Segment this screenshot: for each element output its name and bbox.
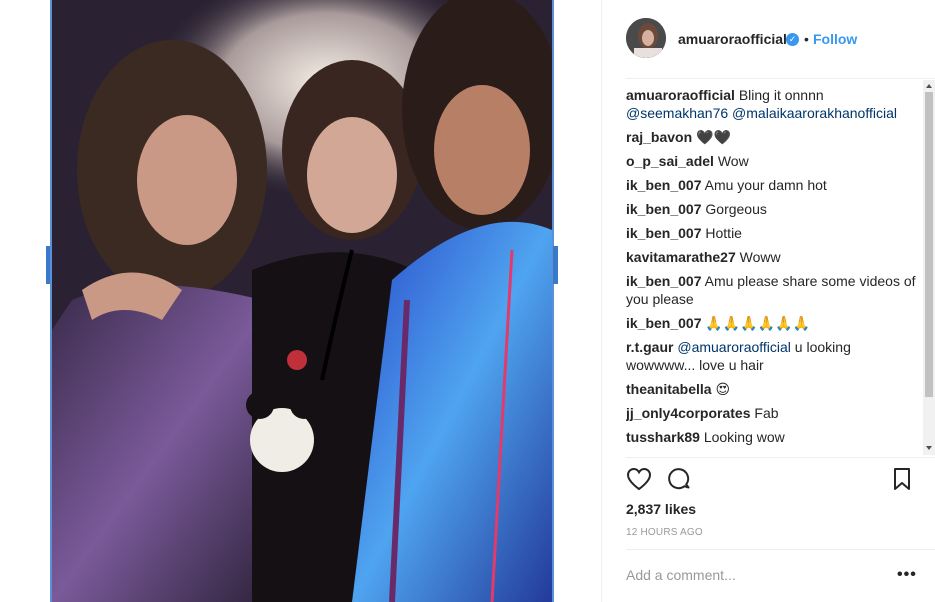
comment-text: Amu your damn hot xyxy=(704,177,827,193)
post-username[interactable]: amuaroraofficial xyxy=(678,31,787,47)
post-photo-pane xyxy=(0,0,601,602)
scroll-up-arrow-icon[interactable] xyxy=(926,84,932,88)
follow-button[interactable]: Follow xyxy=(813,31,857,47)
add-comment-divider xyxy=(626,549,935,550)
header-separator: • xyxy=(804,31,809,47)
comment-username[interactable]: ik_ben_007 xyxy=(626,177,702,193)
comment-username[interactable]: o_p_sai_adel xyxy=(626,153,714,169)
comment-text: 🖤🖤 xyxy=(696,129,731,145)
comment-text: 😍 xyxy=(715,381,731,397)
comment-list[interactable]: amuaroraofficial Bling it onnnn @seemakh… xyxy=(626,86,922,456)
avatar[interactable] xyxy=(626,18,666,58)
comment-text: Looking wow xyxy=(703,429,785,445)
comment-mentions[interactable]: @seemakhan76 @malaikaarorakhanofficial xyxy=(626,105,897,121)
comment-username[interactable]: raj_bavon xyxy=(626,129,692,145)
bookmark-icon[interactable] xyxy=(892,467,912,496)
post-header: amuaroraofficial ✓ • Follow xyxy=(602,0,935,78)
list-item: jj_only4corporates Fab xyxy=(626,404,922,422)
list-item: tusshark89 Looking wow xyxy=(626,428,922,446)
list-item: ik_ben_007 Amu your damn hot xyxy=(626,176,922,194)
list-item: kavitamarathe27 Woww xyxy=(626,248,922,266)
list-item: ik_ben_007 Amu please share some videos … xyxy=(626,272,922,308)
comment-username[interactable]: ik_ben_007 xyxy=(626,225,702,241)
comment-username[interactable]: jj_only4corporates xyxy=(626,405,751,421)
comment-username[interactable]: amuaroraofficial xyxy=(626,87,735,103)
post-side-panel: amuaroraofficial ✓ • Follow amuaroraoffi… xyxy=(601,0,935,602)
comment-username[interactable]: ik_ben_007 xyxy=(626,201,702,217)
comment-text: Wow xyxy=(717,153,749,169)
post-timestamp[interactable]: 12 HOURS AGO xyxy=(626,527,703,538)
list-item: ik_ben_007 🙏🙏🙏🙏🙏🙏 xyxy=(626,314,922,332)
list-item: ik_ben_007 Hottie xyxy=(626,224,922,242)
comment-caption: amuaroraofficial Bling it onnnn @seemakh… xyxy=(626,86,922,122)
comment-icon[interactable] xyxy=(667,467,691,496)
list-item: ik_ben_007 Gorgeous xyxy=(626,200,922,218)
more-options-icon[interactable]: ••• xyxy=(897,566,917,584)
post-photo[interactable] xyxy=(50,0,554,602)
comment-text: Gorgeous xyxy=(705,201,767,217)
scroll-down-arrow-icon[interactable] xyxy=(926,446,932,450)
verified-badge-icon: ✓ xyxy=(786,33,799,46)
comment-mention[interactable]: @amuaroraofficial xyxy=(677,339,791,355)
scrollbar-thumb[interactable] xyxy=(925,92,933,397)
likes-count[interactable]: 2,837 likes xyxy=(626,501,696,517)
comment-text: Hottie xyxy=(705,225,742,241)
comment-username[interactable]: ik_ben_007 xyxy=(626,273,702,289)
comment-username[interactable]: theanitabella xyxy=(626,381,712,397)
action-bar xyxy=(626,467,916,495)
add-comment-input[interactable] xyxy=(626,566,876,584)
comment-text: Fab xyxy=(754,405,779,421)
list-item: o_p_sai_adel Wow xyxy=(626,152,922,170)
list-item: theanitabella 😍 xyxy=(626,380,922,398)
comment-username[interactable]: ik_ben_007 xyxy=(626,315,702,331)
list-item: raj_bavon 🖤🖤 xyxy=(626,128,922,146)
header-divider xyxy=(626,78,935,79)
comments-divider xyxy=(626,457,935,458)
comment-text: Woww xyxy=(739,249,781,265)
heart-icon[interactable] xyxy=(626,467,652,496)
comment-text: Bling it onnnn xyxy=(738,87,824,103)
photo-resize-handle-right[interactable] xyxy=(553,246,558,284)
comment-username[interactable]: r.t.gaur xyxy=(626,339,673,355)
comment-username[interactable]: tusshark89 xyxy=(626,429,700,445)
list-item: r.t.gaur @amuaroraofficial u looking wow… xyxy=(626,338,922,374)
comment-text: 🙏🙏🙏🙏🙏🙏 xyxy=(705,315,810,331)
comment-username[interactable]: kavitamarathe27 xyxy=(626,249,736,265)
